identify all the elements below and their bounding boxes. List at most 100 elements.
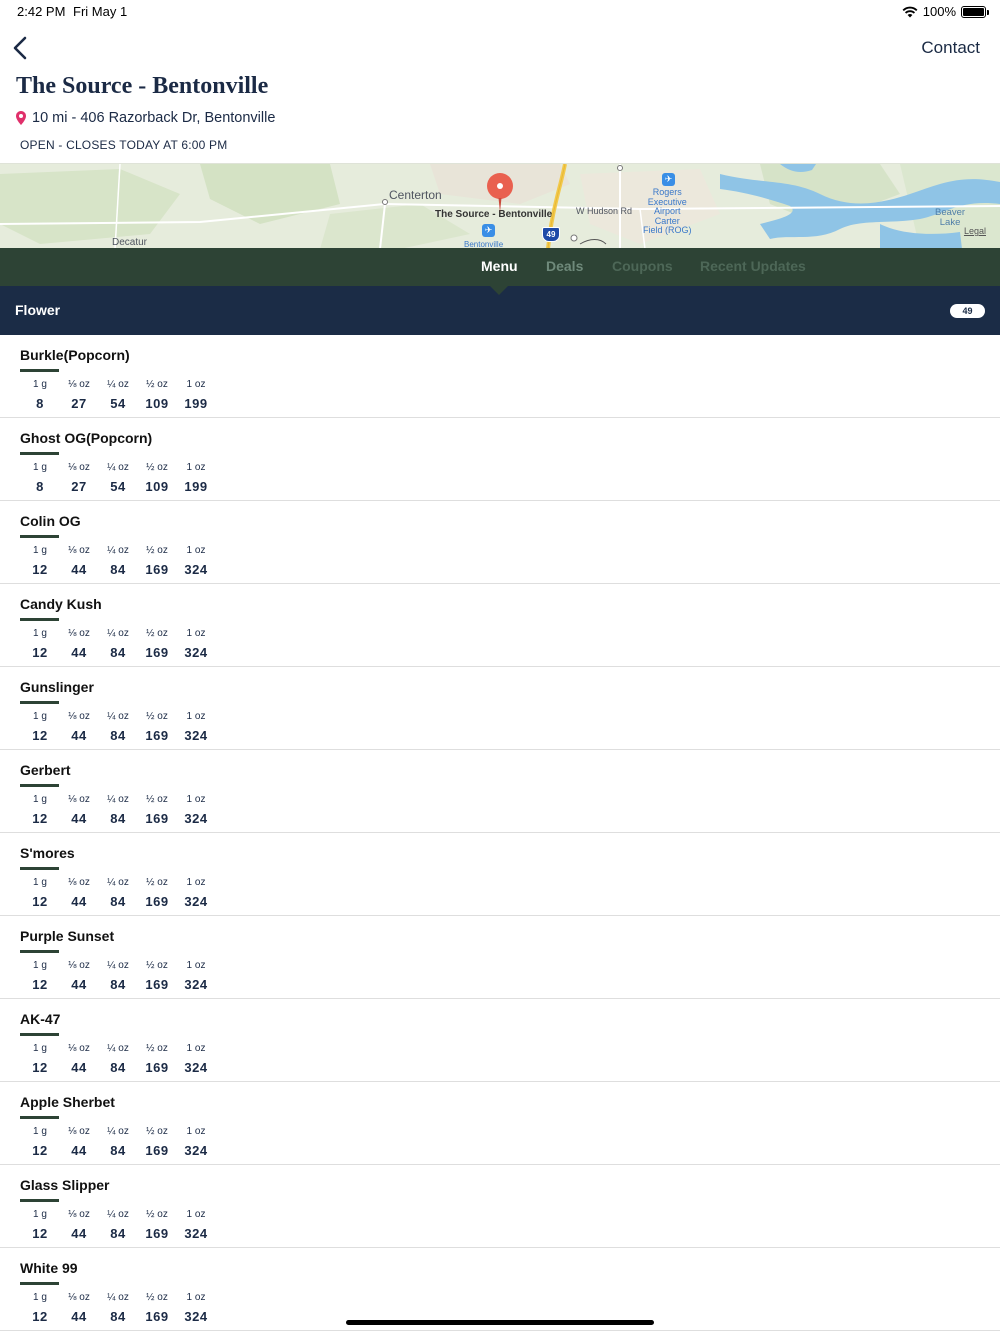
price-column: 1 g 12 <box>20 1292 60 1324</box>
product-row[interactable]: Purple Sunset 1 g 12 ⅛ oz 44 ¼ oz 84 ½ oz 169 1 o… <box>0 916 1000 999</box>
product-row[interactable]: Gunslinger 1 g 12 ⅛ oz 44 ¼ oz 84 ½ oz 169 1 oz 32… <box>0 667 1000 750</box>
category-title: Flower <box>15 302 61 318</box>
price-column: ¼ oz 84 <box>98 960 138 992</box>
price-column: ⅛ oz 44 <box>59 960 99 992</box>
price-column: ¼ oz 84 <box>98 545 138 577</box>
price-unit-label: ¼ oz <box>107 960 129 971</box>
price-column: 1 g 12 <box>20 794 60 826</box>
price-unit-label: ½ oz <box>146 462 168 473</box>
price-column: 1 oz 199 <box>176 379 216 411</box>
price-column: 1 g 8 <box>20 379 60 411</box>
price-column: 1 oz 324 <box>176 960 216 992</box>
price-unit-label: ⅛ oz <box>68 1292 90 1303</box>
status-indicators: 100% <box>902 4 989 19</box>
product-row[interactable]: Ghost OG(Popcorn) 1 g 8 ⅛ oz 27 ¼ oz 54 ½ oz 109… <box>0 418 1000 501</box>
price-value: 44 <box>71 1309 87 1324</box>
price-unit-label: 1 oz <box>186 545 206 556</box>
contact-button[interactable]: Contact <box>921 38 980 58</box>
tab-coupons[interactable]: Coupons <box>612 258 673 274</box>
price-unit-label: ½ oz <box>146 1209 168 1220</box>
product-name-underline <box>20 1199 59 1202</box>
product-list: Burkle(Popcorn) 1 g 8 ⅛ oz 27 ¼ oz 54 ½ oz 109 1 … <box>0 335 1000 1331</box>
price-column: ½ oz 169 <box>137 1126 177 1158</box>
product-row[interactable]: S'mores 1 g 12 ⅛ oz 44 ¼ oz 84 ½ oz 169 1 oz 324 <box>0 833 1000 916</box>
price-value: 324 <box>184 811 208 826</box>
price-unit-label: ¼ oz <box>107 711 129 722</box>
price-column: ½ oz 169 <box>137 877 177 909</box>
store-map[interactable]: Centerton The Source - Bentonville W Hud… <box>0 163 1000 248</box>
price-value: 27 <box>71 479 87 494</box>
price-unit-label: ⅛ oz <box>68 379 90 390</box>
home-indicator[interactable] <box>346 1320 654 1325</box>
price-value: 169 <box>145 894 169 909</box>
status-time: 2:42 PM <box>17 4 66 19</box>
product-name: Glass Slipper <box>20 1177 110 1193</box>
price-value: 12 <box>32 1309 48 1324</box>
product-name-underline <box>20 1282 59 1285</box>
map-label-airport: Rogers Executive Airport Carter Field (R… <box>643 187 692 235</box>
price-unit-label: 1 g <box>33 1292 47 1303</box>
price-value: 84 <box>110 811 126 826</box>
product-row[interactable]: Apple Sherbet 1 g 12 ⅛ oz 44 ¼ oz 84 ½ oz 169 1 o… <box>0 1082 1000 1165</box>
product-name: Apple Sherbet <box>20 1094 115 1110</box>
status-date: Fri May 1 <box>73 4 128 19</box>
back-button[interactable] <box>10 35 34 61</box>
product-name-underline <box>20 784 59 787</box>
price-value: 324 <box>184 1226 208 1241</box>
price-value: 12 <box>32 811 48 826</box>
price-column: ¼ oz 84 <box>98 1292 138 1324</box>
price-column: ½ oz 109 <box>137 462 177 494</box>
price-unit-label: ⅛ oz <box>68 1209 90 1220</box>
price-unit-label: ⅛ oz <box>68 628 90 639</box>
product-row[interactable]: Burkle(Popcorn) 1 g 8 ⅛ oz 27 ¼ oz 54 ½ oz 109 1 … <box>0 335 1000 418</box>
product-row[interactable]: Gerbert 1 g 12 ⅛ oz 44 ¼ oz 84 ½ oz 169 1 oz 324 <box>0 750 1000 833</box>
price-unit-label: 1 oz <box>186 960 206 971</box>
price-unit-label: ½ oz <box>146 1126 168 1137</box>
price-unit-label: 1 g <box>33 462 47 473</box>
price-column: 1 g 12 <box>20 1209 60 1241</box>
product-name: Gerbert <box>20 762 71 778</box>
tab-recent-updates[interactable]: Recent Updates <box>700 258 806 274</box>
product-row[interactable]: Colin OG 1 g 12 ⅛ oz 44 ¼ oz 84 ½ oz 169 1 oz 324 <box>0 501 1000 584</box>
product-name: White 99 <box>20 1260 78 1276</box>
price-column: ½ oz 169 <box>137 1043 177 1075</box>
price-value: 84 <box>110 562 126 577</box>
price-column: ½ oz 169 <box>137 545 177 577</box>
product-row[interactable]: Glass Slipper 1 g 12 ⅛ oz 44 ¼ oz 84 ½ oz 169 1 o… <box>0 1165 1000 1248</box>
price-unit-label: ½ oz <box>146 1292 168 1303</box>
price-column: 1 oz 324 <box>176 628 216 660</box>
price-column: 1 oz 324 <box>176 794 216 826</box>
price-unit-label: ¼ oz <box>107 794 129 805</box>
price-unit-label: 1 oz <box>186 794 206 805</box>
map-legal-link[interactable]: Legal <box>964 226 986 236</box>
price-column: ½ oz 169 <box>137 1292 177 1324</box>
product-name: Burkle(Popcorn) <box>20 347 130 363</box>
price-unit-label: 1 g <box>33 545 47 556</box>
battery-icon <box>961 5 989 18</box>
price-column: ⅛ oz 27 <box>59 462 99 494</box>
product-name-underline <box>20 452 59 455</box>
price-value: 84 <box>110 977 126 992</box>
product-row[interactable]: White 99 1 g 12 ⅛ oz 44 ¼ oz 84 ½ oz 169 1 oz 324 <box>0 1248 1000 1331</box>
tab-menu[interactable]: Menu <box>481 258 518 274</box>
price-unit-label: 1 oz <box>186 379 206 390</box>
price-value: 12 <box>32 645 48 660</box>
price-column: ¼ oz 84 <box>98 711 138 743</box>
price-column: ½ oz 169 <box>137 711 177 743</box>
price-unit-label: ½ oz <box>146 877 168 888</box>
store-address[interactable]: 10 mi - 406 Razorback Dr, Bentonville <box>16 110 275 126</box>
product-row[interactable]: AK-47 1 g 12 ⅛ oz 44 ¼ oz 84 ½ oz 169 1 oz 324 <box>0 999 1000 1082</box>
map-label-centerton: Centerton <box>389 188 442 202</box>
map-pin-icon[interactable] <box>485 172 515 212</box>
price-value: 169 <box>145 645 169 660</box>
product-row[interactable]: Candy Kush 1 g 12 ⅛ oz 44 ¼ oz 84 ½ oz 169 1 oz 32… <box>0 584 1000 667</box>
menu-tab-bar: Menu Deals Coupons Recent Updates <box>0 248 1000 286</box>
price-value: 12 <box>32 977 48 992</box>
price-column: 1 oz 199 <box>176 462 216 494</box>
price-value: 324 <box>184 1143 208 1158</box>
price-column: ⅛ oz 44 <box>59 545 99 577</box>
tab-deals[interactable]: Deals <box>546 258 583 274</box>
price-value: 8 <box>36 396 44 411</box>
interstate-shield-icon: 49 <box>542 227 560 242</box>
price-value: 199 <box>184 396 208 411</box>
